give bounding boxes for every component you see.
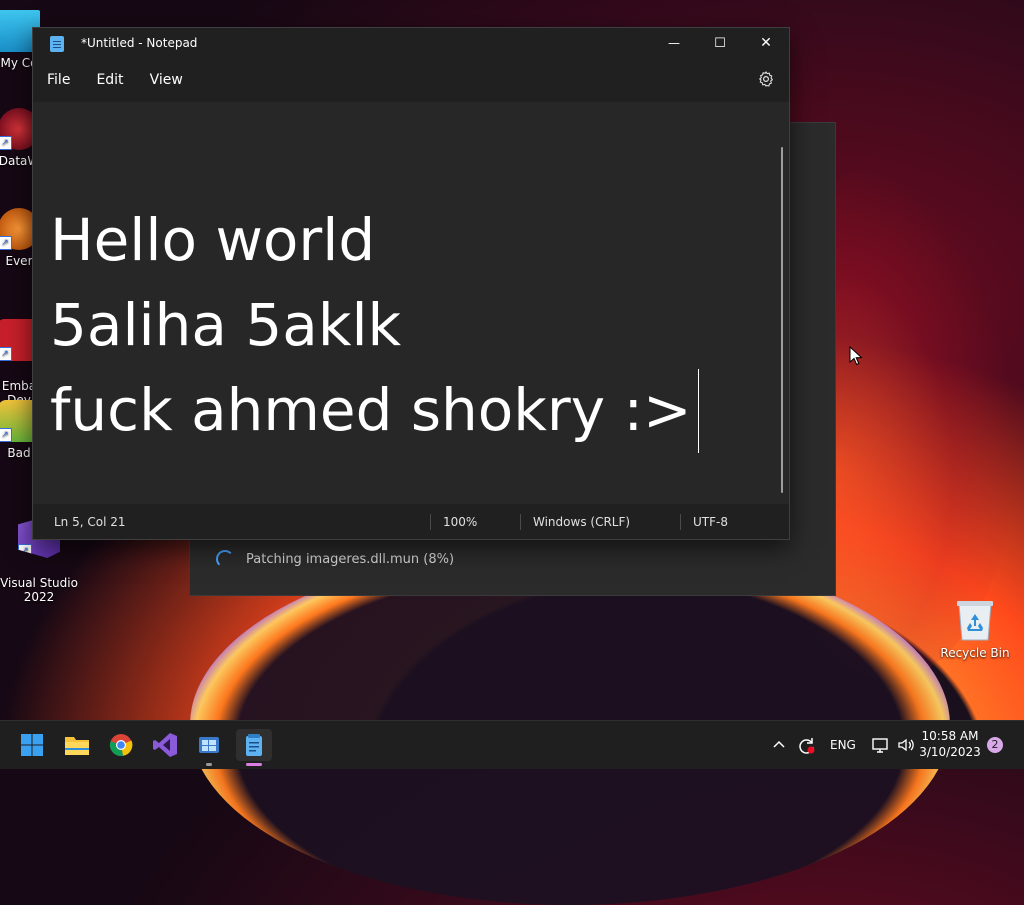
network-icon[interactable] (871, 736, 889, 754)
windows-app-icon (199, 737, 219, 753)
file-explorer-icon (65, 737, 89, 755)
recycle-bin-icon (957, 601, 993, 641)
menu-file[interactable]: File (33, 72, 83, 88)
editor-line: 5aliha 5aklk (50, 291, 402, 359)
maximize-button[interactable]: ☐ (697, 28, 743, 58)
desktop-icon-label: Bad (7, 446, 31, 460)
status-encoding[interactable]: UTF-8 (681, 504, 728, 539)
clock-time: 10:58 AM (921, 729, 979, 743)
clock[interactable]: 10:58 AM 3/10/2023 (914, 728, 986, 760)
start-button[interactable] (16, 729, 48, 761)
desktop-icon-label: Visual Studio 2022 (0, 576, 78, 604)
minimize-icon: — (668, 36, 680, 50)
editor-text: Hello world 5aliha 5aklk fuck ahmed shokry… (50, 198, 700, 453)
running-indicator (206, 763, 212, 766)
volume-icon[interactable] (897, 736, 915, 754)
close-button[interactable]: ✕ (743, 28, 789, 58)
minimize-button[interactable]: — (651, 28, 697, 58)
taskbar-chrome[interactable] (105, 729, 137, 761)
status-line-ending[interactable]: Windows (CRLF) (521, 504, 680, 539)
notepad-window[interactable]: *Untitled - Notepad — ☐ ✕ File Edit View… (32, 27, 790, 540)
clock-date: 3/10/2023 (919, 745, 981, 759)
shortcut-arrow-icon: ↗ (0, 428, 12, 442)
notepad-icon (50, 36, 64, 52)
update-icon[interactable] (796, 735, 816, 755)
vertical-scrollbar[interactable] (781, 147, 783, 493)
shortcut-arrow-icon: ↗ (0, 236, 12, 250)
notepad-icon (246, 734, 262, 756)
chevron-up-icon[interactable] (772, 738, 786, 752)
status-zoom[interactable]: 100% (431, 504, 520, 539)
editor-line: fuck ahmed shokry :> (50, 376, 692, 444)
close-icon: ✕ (760, 35, 772, 51)
start-icon (21, 734, 43, 756)
text-editor[interactable]: Hello world 5aliha 5aklk fuck ahmed shokry… (33, 102, 789, 504)
status-bar: Ln 5, Col 21 100% Windows (CRLF) UTF-8 (33, 504, 789, 539)
taskbar-file-explorer[interactable] (61, 729, 93, 761)
mouse-pointer-icon (849, 346, 863, 366)
spinner-icon (216, 550, 234, 568)
gear-icon[interactable] (757, 70, 775, 88)
taskbar-windows-app[interactable] (193, 729, 225, 766)
shortcut-arrow-icon: ↗ (0, 136, 12, 150)
desktop-icon-label: Ever (5, 254, 33, 268)
visual-studio-icon (153, 733, 177, 757)
menu-view[interactable]: View (137, 72, 196, 88)
taskbar: ENG 10:58 AM 3/10/2023 2 (0, 720, 1024, 769)
status-position: Ln 5, Col 21 (54, 514, 126, 529)
shortcut-arrow-icon: ↗ (0, 347, 12, 361)
maximize-icon: ☐ (714, 35, 726, 51)
system-tray: ENG (772, 721, 915, 769)
editor-line: Hello world (50, 206, 376, 274)
menu-bar: File Edit View (33, 58, 789, 102)
menu-edit[interactable]: Edit (83, 72, 136, 88)
language-indicator[interactable]: ENG (830, 738, 856, 752)
shortcut-arrow-icon: ↗ (18, 544, 32, 558)
notification-badge[interactable]: 2 (987, 737, 1003, 753)
title-bar[interactable]: *Untitled - Notepad — ☐ ✕ (33, 28, 789, 58)
chrome-icon (109, 734, 133, 756)
recycle-bin-label: Recycle Bin (940, 646, 1010, 660)
desktop-icon-recycle-bin[interactable]: Recycle Bin (940, 598, 1010, 660)
patching-status: Patching imageres.dll.mun (8%) (216, 550, 454, 568)
taskbar-notepad[interactable] (236, 729, 272, 766)
patching-status-text: Patching imageres.dll.mun (8%) (246, 551, 455, 567)
taskbar-visual-studio[interactable] (149, 729, 181, 761)
text-caret (697, 368, 700, 453)
active-indicator (246, 763, 262, 766)
window-title: *Untitled - Notepad (81, 36, 198, 50)
